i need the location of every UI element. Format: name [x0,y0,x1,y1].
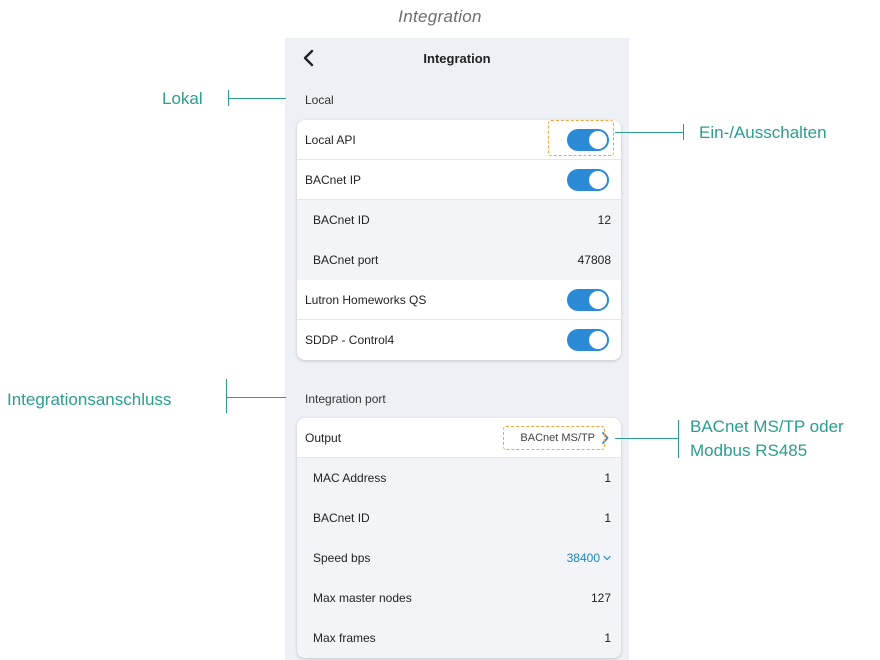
row-label: BACnet port [313,253,379,267]
screen-title: Integration [423,51,491,66]
row-sddp: SDDP - Control4 [297,320,621,360]
annotation-tick [678,420,679,458]
annotation-integrationsanschluss: Integrationsanschluss [7,390,172,409]
annotation-lokal: Lokal [162,89,203,108]
row-max-frames[interactable]: Max frames 1 [297,618,621,658]
local-card: Local API BACnet IP BACnet ID 12 BACnet … [297,120,621,360]
section-label-local: Local [305,93,334,107]
highlight-output-box [503,426,605,450]
row-value: 1 [604,471,611,485]
section-label-integration-port: Integration port [305,392,386,406]
row-label: Max frames [313,631,376,645]
annotation-ein-aus: Ein-/Ausschalten [699,123,827,142]
row-label: Local API [305,132,356,147]
row-label: Lutron Homeworks QS [305,292,427,307]
row-bacnet-port[interactable]: BACnet port 47808 [297,240,621,280]
row-max-master-nodes[interactable]: Max master nodes 127 [297,578,621,618]
row-label: MAC Address [313,471,387,485]
row-value: 127 [590,591,611,605]
sddp-toggle[interactable] [567,329,609,351]
row-value: 12 [597,213,611,227]
row-lutron: Lutron Homeworks QS [297,280,621,320]
annotation-line [615,132,683,133]
row-label: BACnet ID [313,511,370,525]
row-value: 38400 [566,551,600,565]
phone-screen: Integration Local Local API BACnet IP BA… [285,38,629,660]
row-bacnet-id-port[interactable]: BACnet ID 1 [297,498,621,538]
annotation-line [228,98,286,99]
lutron-toggle[interactable] [567,288,609,311]
annotation-line [615,438,678,439]
row-label: SDDP - Control4 [305,333,395,347]
bacnet-ip-toggle[interactable] [567,168,609,191]
row-speed-bps[interactable]: Speed bps 38400 [297,538,621,578]
annotation-bacnet-line2: Modbus RS485 [690,441,808,460]
annotation-line [226,397,286,398]
speed-dropdown[interactable]: 38400 [567,551,611,565]
annotation-tick [683,124,684,140]
integration-port-card: Output BACnet MS/TP MAC Address 1 BACnet… [297,418,621,658]
figure-title: Integration [398,7,482,26]
row-bacnet-ip: BACnet IP [297,160,621,200]
row-value: 47808 [577,253,611,267]
row-label: BACnet ID [313,213,370,227]
chevron-down-icon [603,555,611,561]
annotation-tick [226,379,227,413]
row-mac-address[interactable]: MAC Address 1 [297,458,621,498]
row-label: Output [305,430,342,445]
row-label: BACnet IP [305,172,362,187]
row-value: 1 [604,631,611,645]
top-bar: Integration [285,38,629,82]
annotation-bacnet-line1: BACnet MS/TP oder [690,417,844,436]
row-label: Max master nodes [313,591,412,605]
row-bacnet-id[interactable]: BACnet ID 12 [297,200,621,240]
row-label: Speed bps [313,551,371,565]
highlight-toggle-box [548,120,614,156]
row-value: 1 [604,511,611,525]
